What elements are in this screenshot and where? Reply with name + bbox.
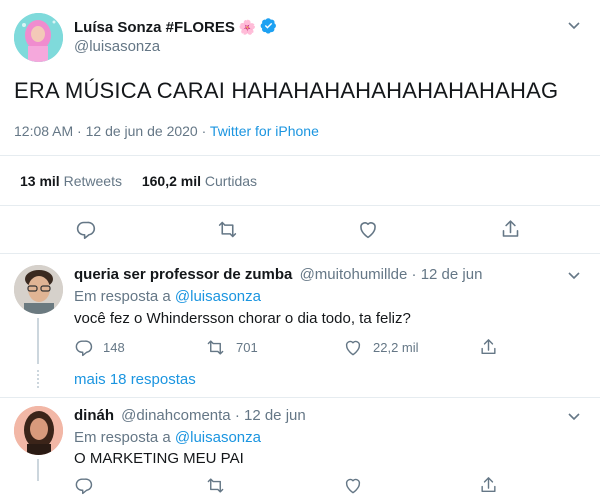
- retweet-icon: [218, 221, 237, 238]
- reply-text: você fez o Whindersson chorar o dia todo…: [74, 310, 411, 327]
- reply-date[interactable]: 12 de jun: [421, 266, 483, 283]
- tweet-text: ERA MÚSICA CARAI HAHAHAHAHAHAHAHAHAHAG: [14, 78, 559, 103]
- divider: [0, 397, 600, 398]
- chevron-down-icon[interactable]: [566, 408, 582, 424]
- reply-button[interactable]: [74, 476, 93, 495]
- separator: ·: [197, 123, 210, 139]
- separator: ·: [234, 407, 244, 424]
- reply-author-name[interactable]: queria ser professor de zumba: [74, 266, 292, 283]
- reply-author-handle[interactable]: @muitohumillde: [300, 266, 408, 283]
- verified-icon: [260, 17, 277, 38]
- avatar[interactable]: [14, 13, 63, 62]
- likes-stat[interactable]: 160,2 mil Curtidas: [142, 173, 257, 189]
- share-icon: [481, 339, 496, 355]
- like-icon: [345, 340, 361, 356]
- author-emoji: 🌸: [238, 19, 257, 35]
- chevron-down-icon[interactable]: [566, 267, 582, 283]
- tweet-date[interactable]: 12 de jun de 2020: [86, 123, 198, 139]
- avatar[interactable]: [14, 406, 63, 455]
- like-icon: [360, 222, 376, 239]
- reply-text: O MARKETING MEU PAI: [74, 450, 244, 467]
- reply-date[interactable]: 12 de jun: [244, 407, 306, 424]
- reply-count: 148: [103, 340, 125, 355]
- share-icon: [481, 477, 496, 493]
- avatar[interactable]: [14, 265, 63, 314]
- divider: [0, 253, 600, 254]
- reply-icon: [75, 478, 93, 495]
- retweet-icon: [207, 340, 224, 355]
- show-more-replies-link[interactable]: mais 18 respostas: [74, 371, 196, 388]
- author-name[interactable]: Luísa Sonza #FLORES: [74, 19, 235, 36]
- like-count: 22,2 mil: [373, 340, 419, 355]
- reply-context: Em resposta a: [74, 429, 171, 446]
- share-button[interactable]: [479, 337, 498, 357]
- reply-icon: [76, 221, 96, 240]
- tweet-stats: 13 mil Retweets 160,2 mil Curtidas: [20, 173, 257, 189]
- like-button[interactable]: [357, 219, 379, 240]
- divider: [0, 155, 600, 156]
- reply-icon: [75, 340, 93, 357]
- retweet-icon: [207, 478, 224, 493]
- divider: [0, 205, 600, 206]
- like-button[interactable]: 22,2 mil: [343, 338, 419, 357]
- thread-line: [37, 459, 39, 481]
- share-button[interactable]: [500, 218, 521, 240]
- retweets-stat[interactable]: 13 mil Retweets: [20, 173, 122, 189]
- tweet-meta: 12:08 AM · 12 de jun de 2020 · Twitter f…: [14, 123, 319, 139]
- separator: ·: [411, 266, 421, 283]
- reply-button[interactable]: 148: [74, 338, 125, 357]
- likes-count: 160,2 mil: [141, 173, 201, 189]
- reply-author-name[interactable]: dináh: [74, 407, 114, 424]
- retweet-button[interactable]: [205, 476, 226, 495]
- retweets-label: Retweets: [63, 173, 122, 189]
- like-button[interactable]: [343, 476, 363, 495]
- retweet-count: 701: [236, 340, 258, 355]
- chevron-down-icon[interactable]: [566, 17, 582, 33]
- thread-dots: [37, 370, 39, 388]
- tweet-time[interactable]: 12:08 AM: [14, 123, 73, 139]
- reply-to-link[interactable]: @luisasonza: [175, 288, 261, 305]
- retweets-count: 13 mil: [20, 173, 60, 189]
- reply-button[interactable]: [75, 219, 96, 240]
- like-icon: [345, 478, 361, 494]
- retweet-button[interactable]: 701: [205, 338, 258, 357]
- share-icon: [502, 220, 519, 237]
- tweet-source[interactable]: Twitter for iPhone: [210, 123, 319, 139]
- separator: ·: [73, 123, 86, 139]
- retweet-button[interactable]: [216, 219, 239, 240]
- thread-line: [37, 318, 39, 364]
- reply-context: Em resposta a: [74, 288, 171, 305]
- reply-author-handle[interactable]: @dinahcomenta: [121, 407, 230, 424]
- reply-to-link[interactable]: @luisasonza: [175, 429, 261, 446]
- share-button[interactable]: [479, 475, 498, 495]
- likes-label: Curtidas: [204, 173, 258, 189]
- author-handle[interactable]: @luisasonza: [74, 38, 160, 55]
